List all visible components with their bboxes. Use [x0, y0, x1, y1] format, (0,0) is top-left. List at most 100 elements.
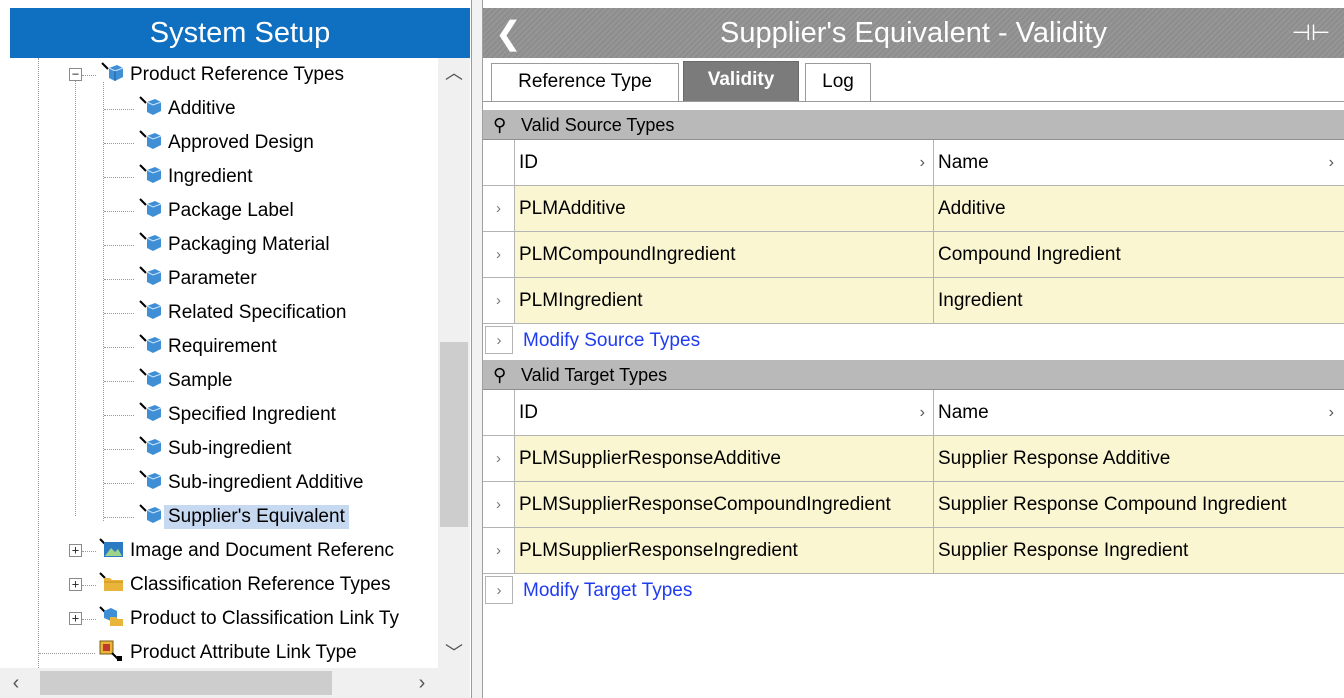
- tree-horizontal-scrollbar[interactable]: ‹ ›: [0, 668, 438, 698]
- tree-node-sub-ingredient-additive[interactable]: Sub-ingredient Additive: [136, 468, 363, 498]
- back-icon[interactable]: ❮: [495, 8, 522, 58]
- cell-id: PLMSupplierResponseAdditive: [516, 436, 934, 481]
- table-row[interactable]: › PLMCompoundIngredient Compound Ingredi…: [483, 232, 1344, 278]
- tab-validity[interactable]: Validity: [683, 61, 799, 101]
- tree-node-approved-design[interactable]: Approved Design: [136, 128, 314, 158]
- section-title: Valid Target Types: [521, 365, 668, 385]
- tree-node-label: Approved Design: [168, 132, 314, 153]
- table-row[interactable]: › PLMIngredient Ingredient: [483, 278, 1344, 324]
- tab-bar: Reference Type Validity Log: [483, 58, 1344, 102]
- tree-node-label: Sub-ingredient: [168, 438, 292, 459]
- cell-name: Supplier Response Ingredient: [938, 539, 1189, 561]
- pin-icon[interactable]: ⚲: [493, 110, 506, 140]
- row-expand-icon[interactable]: ›: [483, 436, 515, 481]
- expand-toggle[interactable]: +: [69, 544, 82, 557]
- tree-vertical-scrollbar[interactable]: ︿ ﹀: [438, 58, 470, 668]
- cube-icon: [136, 95, 162, 123]
- tree-node-product-to-classification-link-types[interactable]: Product to Classification Link Ty: [98, 604, 399, 634]
- sort-icon: ›: [1328, 404, 1334, 421]
- tree-node-label: Package Label: [168, 200, 294, 221]
- tab-reference-type[interactable]: Reference Type: [491, 63, 679, 101]
- section-title: Valid Source Types: [521, 115, 675, 135]
- cube-icon: [136, 367, 162, 395]
- tree-node-ingredient[interactable]: Ingredient: [136, 162, 253, 192]
- table-row[interactable]: › PLMSupplierResponseCompoundIngredient …: [483, 482, 1344, 528]
- cube-icon: [136, 333, 162, 361]
- tree-node-label: Packaging Material: [168, 234, 330, 255]
- cell-id: PLMSupplierResponseCompoundIngredient: [516, 482, 934, 527]
- cell-id: PLMAdditive: [516, 186, 934, 231]
- image-icon: [98, 537, 124, 565]
- tree-node-label: Classification Reference Types: [130, 574, 391, 595]
- column-header-name[interactable]: Name ›: [935, 140, 1344, 185]
- tree-node-additive[interactable]: Additive: [136, 94, 236, 124]
- tree-node-label: Image and Document Referenc: [130, 540, 395, 561]
- modify-source-types-link[interactable]: Modify Source Types: [523, 324, 700, 358]
- tree-node-image-and-document-reference-types[interactable]: Image and Document Referenc: [98, 536, 394, 566]
- row-expand-icon[interactable]: ›: [483, 278, 515, 323]
- row-selector: [483, 140, 515, 185]
- unpin-icon[interactable]: ⊣⊢: [1292, 8, 1330, 58]
- column-header-name[interactable]: Name ›: [935, 390, 1344, 435]
- tree-node-label: Parameter: [168, 268, 257, 289]
- row-expand-icon[interactable]: ›: [483, 186, 515, 231]
- row-expand-icon[interactable]: ›: [483, 232, 515, 277]
- collapse-toggle[interactable]: −: [69, 68, 82, 81]
- panel-title: System Setup: [10, 8, 470, 58]
- tree-node-label: Supplier's Equivalent: [164, 505, 349, 529]
- column-header-id[interactable]: ID ›: [516, 140, 934, 185]
- tree-node-product-reference-types[interactable]: Product Reference Types: [98, 60, 344, 90]
- scroll-down-icon[interactable]: ﹀: [438, 638, 470, 668]
- tree-node-label: Sub-ingredient Additive: [168, 472, 364, 493]
- link-type-icon: [98, 605, 124, 633]
- tree-node-label: Product Reference Types: [130, 64, 345, 85]
- cube-icon: [136, 503, 162, 531]
- cell-id: PLMSupplierResponseIngredient: [516, 528, 934, 573]
- row-expand-icon[interactable]: ›: [483, 528, 515, 573]
- tree-node-related-specification[interactable]: Related Specification: [136, 298, 347, 328]
- tree-node-requirement[interactable]: Requirement: [136, 332, 277, 362]
- table-header-row: ID › Name ›: [483, 140, 1344, 186]
- tree-node-classification-reference-types[interactable]: Classification Reference Types: [98, 570, 391, 600]
- cube-icon: [136, 197, 162, 225]
- scrollbar-thumb[interactable]: [40, 671, 332, 695]
- sort-icon: ›: [1328, 154, 1334, 171]
- cube-icon: [136, 231, 162, 259]
- table-row[interactable]: › PLMAdditive Additive: [483, 186, 1344, 232]
- editor-title-bar: ❮ Supplier's Equivalent - Validity ⊣⊢: [483, 8, 1344, 58]
- scroll-up-icon[interactable]: ︿: [438, 58, 470, 88]
- tree-node-sample[interactable]: Sample: [136, 366, 232, 396]
- pin-icon[interactable]: ⚲: [493, 360, 506, 390]
- tree-node-suppliers-equivalent[interactable]: Supplier's Equivalent: [136, 502, 349, 532]
- tab-log[interactable]: Log: [805, 63, 871, 101]
- table-row[interactable]: › PLMSupplierResponseAdditive Supplier R…: [483, 436, 1344, 482]
- tree-node-specified-ingredient[interactable]: Specified Ingredient: [136, 400, 336, 430]
- valid-source-types-section: ⚲ Valid Source Types ID › Name › › PLMAddi…: [483, 110, 1344, 358]
- column-header-id[interactable]: ID ›: [516, 390, 934, 435]
- panel-splitter[interactable]: [472, 0, 483, 698]
- expand-toggle[interactable]: +: [69, 578, 82, 591]
- expand-toggle[interactable]: +: [69, 612, 82, 625]
- cube-icon: [136, 265, 162, 293]
- cube-icon: [136, 401, 162, 429]
- scrollbar-thumb[interactable]: [440, 342, 468, 527]
- scroll-right-icon[interactable]: ›: [406, 668, 438, 698]
- tree-node-product-attribute-link-type[interactable]: Product Attribute Link Type: [98, 638, 357, 668]
- scroll-corner: [438, 668, 470, 698]
- scroll-left-icon[interactable]: ‹: [0, 668, 32, 698]
- row-expand-icon[interactable]: ›: [483, 482, 515, 527]
- folder-icon: [98, 571, 124, 599]
- tree-node-parameter[interactable]: Parameter: [136, 264, 257, 294]
- modify-target-types-link[interactable]: Modify Target Types: [523, 574, 692, 608]
- row-expand-icon[interactable]: ›: [485, 576, 513, 604]
- tree-node-packaging-material[interactable]: Packaging Material: [136, 230, 330, 260]
- cell-name: Ingredient: [938, 289, 1023, 311]
- cube-icon: [136, 163, 162, 191]
- row-expand-icon[interactable]: ›: [485, 326, 513, 354]
- table-row[interactable]: › PLMSupplierResponseIngredient Supplier…: [483, 528, 1344, 574]
- cube-icon: [136, 299, 162, 327]
- cell-name: Compound Ingredient: [938, 243, 1121, 265]
- tree-node-package-label[interactable]: Package Label: [136, 196, 294, 226]
- tree-node-sub-ingredient[interactable]: Sub-ingredient: [136, 434, 292, 464]
- cell-name: Supplier Response Additive: [938, 447, 1171, 469]
